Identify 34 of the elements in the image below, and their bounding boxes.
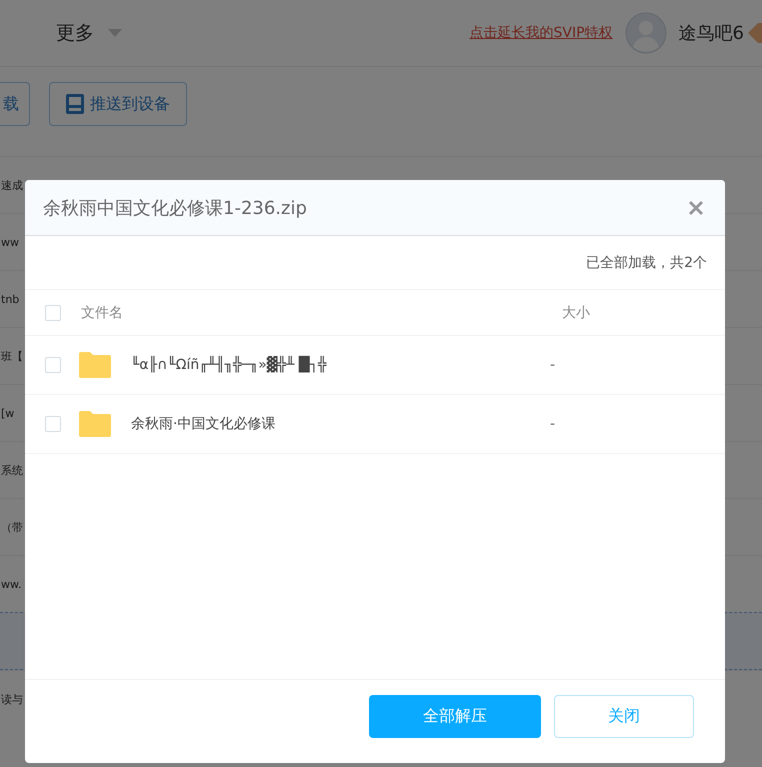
column-header: 文件名 bbox=[81, 304, 123, 322]
file-name: ww bbox=[1, 236, 19, 248]
device-icon bbox=[66, 94, 84, 114]
column-header: 大小 bbox=[562, 304, 590, 322]
more-menu[interactable]: 更多 bbox=[56, 20, 94, 46]
extract-all-button[interactable]: 全部解压 bbox=[369, 695, 541, 738]
close-icon[interactable] bbox=[689, 200, 703, 214]
file-name: 系统 bbox=[1, 462, 23, 478]
folder-icon bbox=[79, 352, 111, 378]
file-name: ww. bbox=[1, 578, 22, 590]
row-checkbox[interactable] bbox=[45, 416, 61, 432]
file-name: [w bbox=[1, 406, 14, 420]
file-name[interactable]: 余秋雨·中国文化必修课 bbox=[131, 415, 276, 433]
file-size: - bbox=[550, 416, 556, 432]
badge-icon bbox=[748, 23, 762, 43]
select-all-checkbox[interactable] bbox=[45, 304, 61, 320]
close-button[interactable]: 关闭 bbox=[554, 695, 694, 738]
file-size: - bbox=[550, 357, 556, 373]
avatar-icon[interactable] bbox=[624, 12, 667, 54]
file-name: （带 bbox=[1, 520, 23, 534]
row-checkbox[interactable] bbox=[45, 357, 61, 373]
username[interactable]: 途鸟吧6 bbox=[678, 21, 744, 45]
file-name: 读与 bbox=[1, 692, 23, 706]
dialog-title: 余秋雨中国文化必修课1-236.zip bbox=[43, 196, 307, 220]
file-name: 班【 bbox=[1, 348, 23, 364]
file-name[interactable]: ╙α╟∩╙Ωíñ╓╨╢╖╬─╖»▓╬╨ █┐╬ bbox=[131, 357, 326, 373]
folder-icon bbox=[79, 411, 111, 437]
caret-icon bbox=[108, 29, 122, 37]
load-status: 已全部加载，共2个 bbox=[586, 254, 707, 272]
svip-link[interactable]: 点击延长我的SVIP特权 bbox=[470, 24, 613, 42]
file-name: 速成 bbox=[1, 178, 23, 192]
push-to-device-button[interactable]: 推送到设备 bbox=[49, 82, 187, 126]
download-button[interactable]: 载 bbox=[0, 82, 30, 126]
file-name: tnb bbox=[1, 292, 20, 306]
